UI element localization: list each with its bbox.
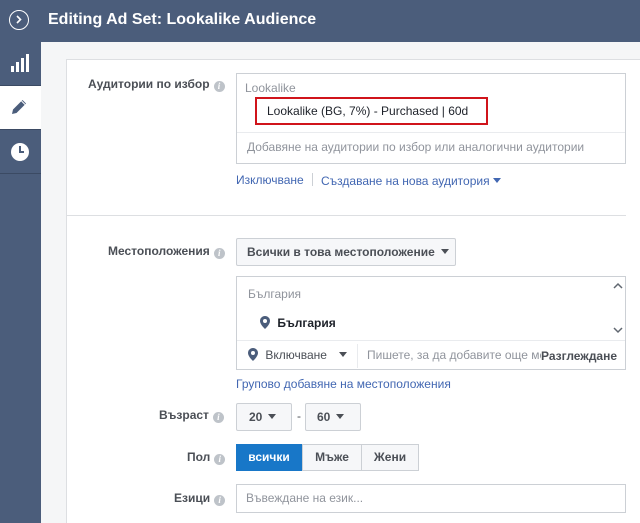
- location-type-dropdown[interactable]: Всички в това местоположение: [236, 238, 456, 266]
- languages-label: Езици i: [174, 491, 226, 506]
- browse-button[interactable]: Разглеждане: [541, 349, 618, 363]
- locations-label: Местоположения i: [108, 244, 225, 259]
- location-group-title: България: [248, 287, 302, 301]
- pencil-icon: [12, 100, 26, 114]
- scroll-down-icon[interactable]: [613, 326, 623, 334]
- chevron-down-icon: [336, 414, 345, 419]
- gender-men-button[interactable]: Мъже: [302, 444, 362, 471]
- custom-audiences-input[interactable]: Добавяне на аудитории по избор или анало…: [247, 140, 584, 154]
- gender-label: Пол i: [187, 450, 226, 465]
- bulk-add-locations-link[interactable]: Групово добавяне на местоположения: [236, 377, 451, 391]
- bar-chart-icon: [11, 54, 29, 72]
- info-icon[interactable]: i: [213, 81, 225, 92]
- clock-icon: [11, 143, 29, 161]
- sidebar-item-stats[interactable]: [0, 42, 41, 85]
- selected-audience[interactable]: Lookalike (BG, 7%) - Purchased | 60d: [267, 104, 468, 118]
- chevron-down-icon: [492, 178, 501, 183]
- top-bar: Editing Ad Set: Lookalike Audience: [0, 0, 640, 42]
- info-icon[interactable]: i: [214, 454, 226, 465]
- sidebar-item-history[interactable]: [0, 130, 41, 173]
- location-pin-icon: [248, 348, 258, 361]
- include-dropdown[interactable]: Включване: [248, 348, 347, 362]
- languages-placeholder: Въвеждане на език...: [246, 491, 364, 505]
- age-label: Възраст i: [159, 408, 224, 423]
- chevron-down-icon: [440, 249, 449, 254]
- selected-location[interactable]: България: [260, 316, 336, 330]
- age-max-dropdown[interactable]: 60: [305, 403, 361, 431]
- custom-audiences-label: Аудитории по избор i: [88, 77, 225, 92]
- gender-all-button[interactable]: всички: [236, 444, 302, 471]
- info-icon[interactable]: i: [212, 412, 224, 423]
- location-search-input[interactable]: Пишете, за да добавите още ме: [367, 348, 546, 362]
- gender-women-button[interactable]: Жени: [361, 444, 419, 471]
- collapse-arrow-icon[interactable]: [9, 10, 29, 30]
- sidebar-item-edit[interactable]: [0, 86, 41, 129]
- info-icon[interactable]: i: [214, 495, 226, 506]
- page-title: Editing Ad Set: Lookalike Audience: [48, 11, 317, 28]
- section-divider: [66, 215, 626, 216]
- create-audience-link[interactable]: Създаване на нова аудитория: [321, 174, 501, 188]
- exclude-link[interactable]: Изключване: [236, 173, 304, 187]
- age-min-dropdown[interactable]: 20: [236, 403, 292, 431]
- sidebar: [0, 42, 41, 523]
- info-icon[interactable]: i: [213, 248, 225, 259]
- scroll-up-icon[interactable]: [613, 282, 623, 290]
- chevron-down-icon: [268, 414, 277, 419]
- audience-group-title: Lookalike: [245, 81, 296, 95]
- age-separator: -: [297, 409, 301, 423]
- chevron-down-icon: [338, 352, 347, 357]
- location-pin-icon: [260, 316, 270, 329]
